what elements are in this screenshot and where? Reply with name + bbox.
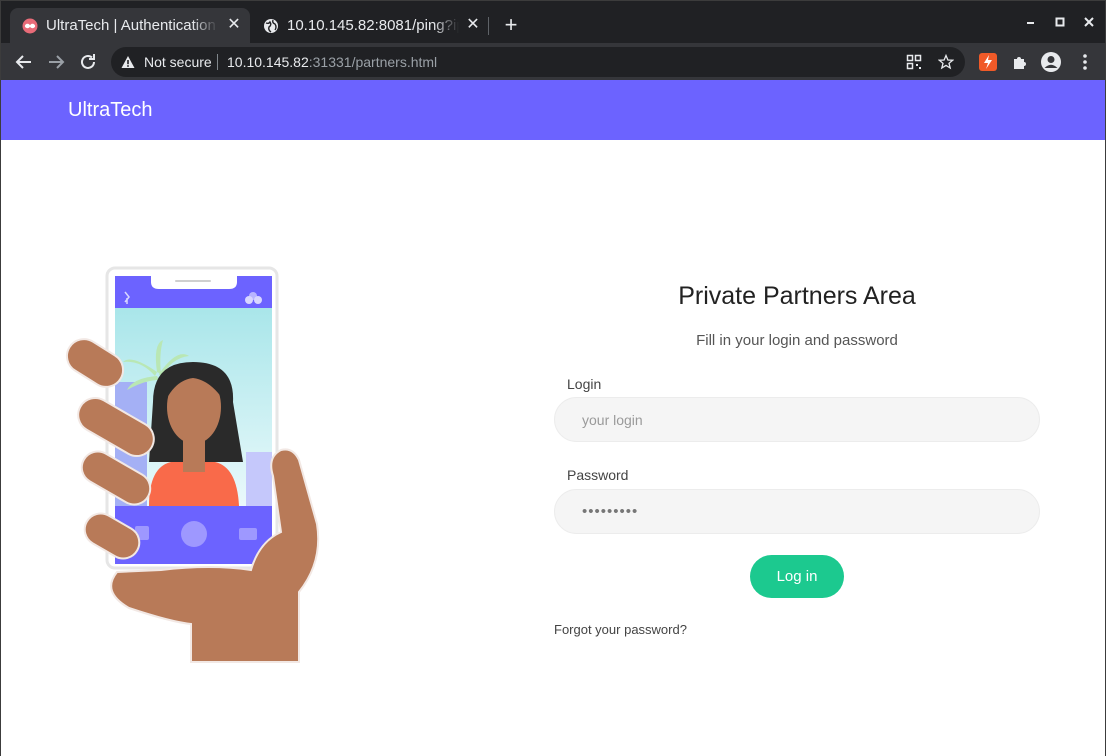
menu-kebab-icon[interactable]	[1074, 51, 1096, 73]
site-header: UltraTech	[1, 80, 1105, 140]
password-field[interactable]: •••••••••	[554, 489, 1040, 534]
minimize-icon[interactable]	[1021, 13, 1041, 33]
url-host: 10.10.145.82	[227, 54, 309, 70]
url-text[interactable]: 10.10.145.82:31331/partners.html	[227, 54, 437, 70]
tab-strip: UltraTech | Authentication ✕ 10.10.145.8…	[1, 1, 1105, 43]
address-bar[interactable]: Not secure 10.10.145.82:31331/partners.h…	[111, 47, 965, 77]
bookmark-star-icon[interactable]	[938, 54, 954, 70]
reload-icon[interactable]	[77, 51, 99, 73]
back-arrow-icon[interactable]	[13, 51, 35, 73]
tab-ultratech[interactable]: UltraTech | Authentication ✕	[10, 8, 250, 43]
new-tab-plus-icon[interactable]: +	[501, 14, 521, 36]
forward-arrow-icon[interactable]	[45, 51, 67, 73]
site-brand[interactable]: UltraTech	[68, 99, 152, 122]
omnibox-divider	[217, 54, 218, 70]
not-secure-label[interactable]: Not secure	[144, 54, 212, 70]
login-title: Private Partners Area	[678, 282, 916, 310]
close-icon[interactable]: ✕	[226, 17, 242, 33]
maximize-icon[interactable]	[1050, 13, 1070, 33]
forgot-password-link[interactable]: Forgot your password?	[554, 622, 687, 637]
warning-icon[interactable]	[121, 55, 135, 69]
browser-window: UltraTech | Authentication ✕ 10.10.145.8…	[0, 0, 1106, 756]
close-icon[interactable]: ✕	[465, 17, 481, 33]
login-subtitle: Fill in your login and password	[696, 332, 898, 349]
login-field-wrapper	[554, 397, 1040, 442]
login-label: Login	[567, 376, 602, 392]
phone-in-hand-illustration	[65, 266, 320, 663]
browser-toolbar: Not secure 10.10.145.82:31331/partners.h…	[1, 43, 1105, 80]
login-button[interactable]: Log in	[750, 555, 844, 598]
tab-title: 10.10.145.82:8081/ping?ip	[287, 17, 459, 34]
ultratech-favicon	[22, 18, 38, 33]
password-value: •••••••••	[582, 503, 639, 520]
login-input[interactable]	[555, 398, 1039, 441]
page-content: UltraTech Private Partners Area Fill in …	[1, 80, 1105, 756]
tab-title: UltraTech | Authentication	[46, 17, 216, 34]
url-path: :31331/partners.html	[308, 54, 438, 70]
extensions-puzzle-icon[interactable]	[1009, 51, 1031, 73]
extension-bolt-icon[interactable]	[977, 51, 999, 73]
tab-separator	[488, 17, 489, 35]
globe-icon	[264, 18, 278, 33]
profile-avatar-icon[interactable]	[1040, 51, 1062, 73]
window-close-icon[interactable]	[1079, 13, 1099, 33]
password-label: Password	[567, 467, 629, 483]
tab-ping[interactable]: 10.10.145.82:8081/ping?ip ✕	[251, 8, 489, 43]
qr-code-icon[interactable]	[906, 54, 922, 70]
